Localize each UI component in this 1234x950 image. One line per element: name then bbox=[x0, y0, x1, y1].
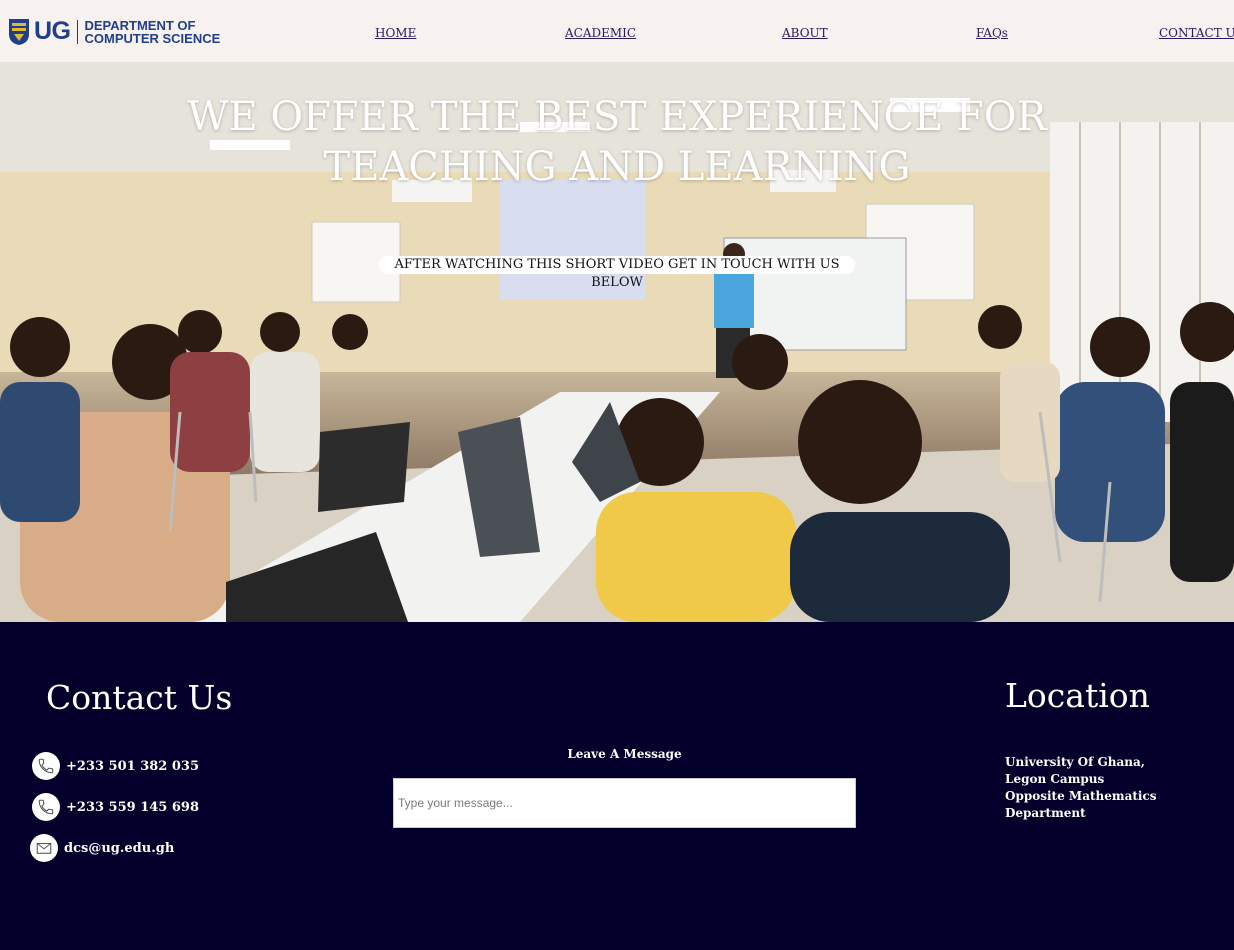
hero-subtitle: AFTER WATCHING THIS SHORT VIDEO GET IN T… bbox=[379, 256, 855, 290]
hero-video[interactable]: WE OFFER THE BEST EXPERIENCE FOR TEACHIN… bbox=[0, 62, 1234, 622]
phone-icon bbox=[32, 793, 60, 821]
nav-academic[interactable]: ACADEMIC bbox=[565, 26, 636, 40]
logo-department: DEPARTMENT OF COMPUTER SCIENCE bbox=[85, 19, 221, 45]
contact-item-phone-1[interactable]: +233 501 382 035 bbox=[32, 752, 199, 780]
contact-phone-2: +233 559 145 698 bbox=[66, 799, 200, 815]
nav-about[interactable]: ABOUT bbox=[782, 26, 828, 40]
location-address: University Of Ghana, Legon Campus Opposi… bbox=[1005, 754, 1234, 822]
location-line-3: Opposite Mathematics Department bbox=[1005, 789, 1157, 820]
ug-logo[interactable]: UG DEPARTMENT OF COMPUTER SCIENCE bbox=[8, 17, 220, 46]
nav-contact-us[interactable]: CONTACT US bbox=[1159, 26, 1234, 40]
logo-divider bbox=[76, 19, 78, 44]
phone-icon bbox=[32, 752, 60, 780]
mail-icon bbox=[30, 834, 58, 862]
location-heading: Location bbox=[1005, 676, 1150, 715]
nav-faqs[interactable]: FAQs bbox=[976, 26, 1008, 40]
site-header: UG DEPARTMENT OF COMPUTER SCIENCE HOME A… bbox=[0, 0, 1234, 62]
location-line-2: Legon Campus bbox=[1005, 772, 1105, 786]
hero-title: WE OFFER THE BEST EXPERIENCE FOR TEACHIN… bbox=[0, 92, 1234, 192]
hero-title-line-1: WE OFFER THE BEST EXPERIENCE FOR bbox=[187, 94, 1047, 140]
crest-icon bbox=[9, 18, 29, 45]
contact-item-phone-2[interactable]: +233 559 145 698 bbox=[32, 793, 199, 821]
site-footer: Contact Us +233 501 382 035 +233 559 145… bbox=[0, 622, 1234, 950]
location-line-1: University Of Ghana, bbox=[1005, 755, 1145, 769]
logo-line-2: COMPUTER SCIENCE bbox=[84, 30, 221, 46]
nav-home[interactable]: HOME bbox=[375, 26, 416, 40]
contact-heading: Contact Us bbox=[46, 678, 233, 717]
hero-title-line-2: TEACHING AND LEARNING bbox=[323, 144, 911, 190]
contact-phone-1: +233 501 382 035 bbox=[66, 758, 200, 774]
contact-item-email[interactable]: dcs@ug.edu.gh bbox=[30, 834, 174, 862]
logo-ug-text: UG bbox=[34, 17, 71, 45]
message-input[interactable] bbox=[393, 778, 856, 828]
message-label: Leave A Message bbox=[567, 747, 682, 761]
contact-email: dcs@ug.edu.gh bbox=[64, 840, 175, 856]
logo-line-1: DEPARTMENT OF bbox=[84, 17, 196, 33]
